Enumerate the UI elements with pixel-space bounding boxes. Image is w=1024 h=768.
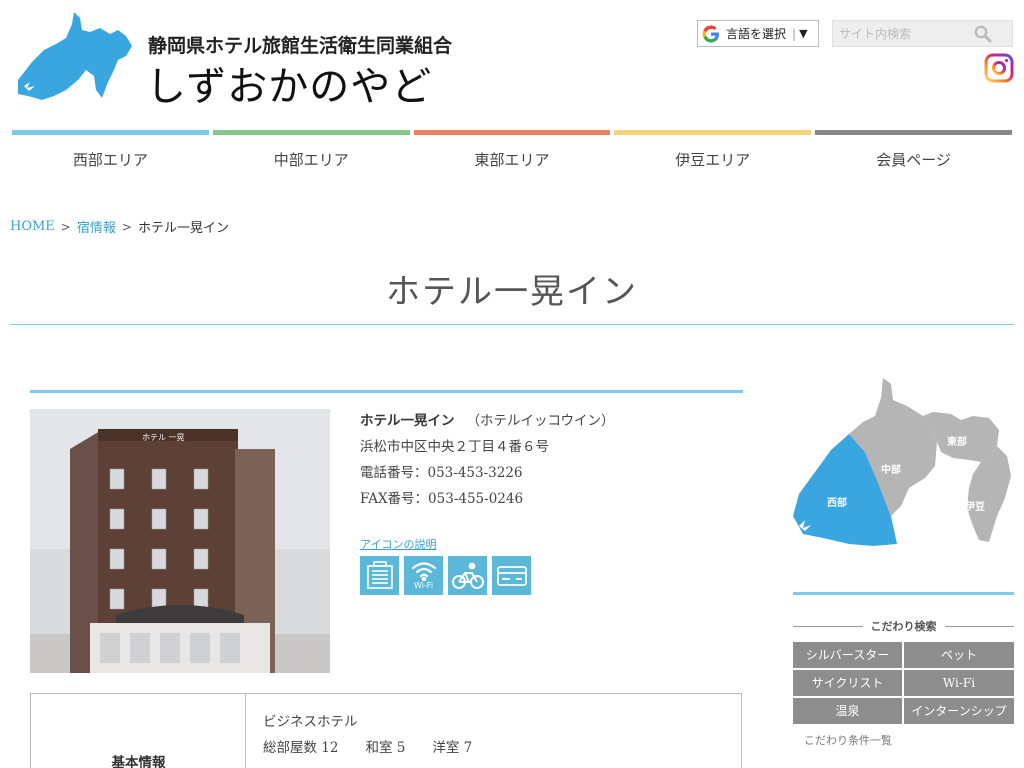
filter-wifi-button[interactable]: Wi-Fi — [904, 670, 1014, 696]
search-input[interactable]: サイト内検索 — [833, 25, 974, 42]
nav-item-izu[interactable]: 伊豆エリア — [614, 130, 812, 184]
filter-internship-button[interactable]: インターンシップ — [904, 698, 1014, 724]
site-title[interactable]: しずおかのやど — [146, 54, 432, 112]
hotel-type: ビジネスホテル — [263, 714, 358, 730]
site-search[interactable]: サイト内検索 — [832, 20, 1013, 47]
main-nav: 西部エリア 中部エリア 東部エリア 伊豆エリア 会員ページ — [12, 130, 1012, 184]
page-title: ホテル一晃イン — [386, 272, 638, 312]
divider — [793, 625, 863, 627]
hotel-info: ホテル一晃イン （ホテルイッコウイン） 浜松市中区中央２丁目４番６号 電話番号：0… — [360, 410, 614, 514]
hotel-photo: ホテル 一晃 — [30, 409, 330, 673]
nav-item-west[interactable]: 西部エリア — [12, 130, 209, 184]
google-icon — [702, 25, 719, 42]
shizuoka-map-logo[interactable] — [14, 10, 134, 102]
language-select[interactable]: 言語を選択 | ▼ — [697, 20, 819, 47]
hotel-kana: （ホテルイッコウイン） — [466, 413, 615, 429]
nav-item-central[interactable]: 中部エリア — [212, 130, 410, 184]
nav-item-east[interactable]: 東部エリア — [413, 130, 611, 184]
filter-pet-button[interactable]: ペット — [904, 642, 1014, 668]
divider — [30, 390, 743, 393]
language-select-label: 言語を選択 — [726, 27, 787, 41]
chevron-down-icon: ▼ — [799, 27, 808, 40]
room-counts: 総部屋数 12 和室 5 洋室 7 — [263, 740, 473, 756]
map-label-east: 東部 — [947, 435, 967, 448]
breadcrumb-current: ホテル一晃イン — [137, 221, 229, 236]
kodawari-buttons: シルバースター ペット サイクリスト Wi-Fi 温泉 インターンシップ — [793, 642, 1014, 724]
icon-help-link[interactable]: アイコンの説明 — [360, 536, 436, 552]
table-label: 基本情報 — [111, 755, 166, 768]
kodawari-search-heading: こだわり検索 — [793, 618, 1014, 634]
building-icon — [360, 556, 399, 595]
nav-item-members[interactable]: 会員ページ — [815, 130, 1012, 184]
search-icon[interactable] — [974, 25, 992, 43]
feature-icons: Wi-Fi — [360, 556, 531, 595]
divider — [944, 625, 1014, 627]
map-label-izu: 伊豆 — [964, 500, 985, 513]
filter-onsen-button[interactable]: 温泉 — [793, 698, 902, 724]
breadcrumb-home[interactable]: HOME — [10, 219, 55, 234]
filter-cyclist-button[interactable]: サイクリスト — [793, 670, 902, 696]
table-value-cell: ビジネスホテル 総部屋数 12 和室 5 洋室 7 — [263, 710, 472, 762]
hotel-name: ホテル一晃イン — [360, 413, 455, 429]
map-label-west: 西部 — [827, 496, 847, 509]
breadcrumb: HOME > 宿情報 > ホテル一晃イン — [10, 217, 229, 236]
hotel-address: 浜松市中区中央２丁目４番６号 — [360, 439, 549, 455]
chevron-right-icon: > — [60, 219, 71, 234]
area-map[interactable]: 西部 中部 東部 伊豆 — [793, 376, 1014, 548]
map-label-central: 中部 — [881, 463, 901, 476]
hotel-sign-text: ホテル 一晃 — [142, 433, 185, 442]
table-label-cell: 基本情報 — [31, 694, 246, 768]
hotel-phone: 電話番号：053-453-3226 — [360, 465, 523, 481]
instagram-icon[interactable] — [984, 53, 1014, 83]
kodawari-list-link[interactable]: こだわり条件一覧 — [804, 732, 892, 748]
divider — [793, 592, 1014, 595]
site-header: 静岡県ホテル旅館生活衛生同業組合 しずおかのやど 言語を選択 | ▼ サイト内検… — [0, 0, 1024, 120]
hotel-fax: FAX番号：053-455-0246 — [360, 491, 524, 507]
chevron-right-icon: > — [121, 219, 132, 234]
filter-silver-star-button[interactable]: シルバースター — [793, 642, 902, 668]
credit-card-icon — [492, 556, 531, 595]
divider — [10, 324, 1014, 325]
basic-info-table: 基本情報 ビジネスホテル 総部屋数 12 和室 5 洋室 7 — [30, 693, 742, 768]
cycling-icon — [448, 556, 487, 595]
wifi-icon: Wi-Fi — [404, 556, 443, 595]
kodawari-search-title: こだわり検索 — [870, 620, 937, 633]
divider: | — [792, 26, 797, 41]
wifi-label: Wi-Fi — [413, 581, 434, 590]
breadcrumb-section[interactable]: 宿情報 — [77, 217, 116, 236]
